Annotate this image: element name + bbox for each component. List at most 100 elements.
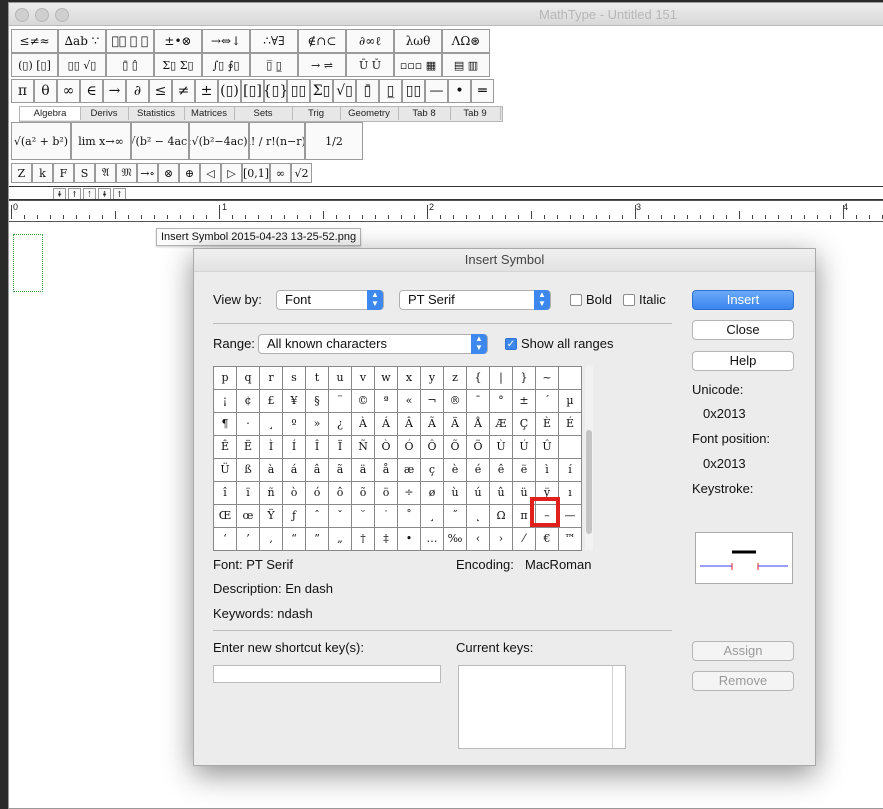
template-button[interactable]: √(b² − 4ac): [131, 122, 189, 160]
symbol-cell[interactable]: §: [306, 390, 329, 413]
symbol-cell[interactable]: ç: [421, 459, 444, 482]
symbol-button[interactable]: ∂: [126, 79, 149, 103]
italic-checkbox[interactable]: [623, 294, 635, 306]
symbol-button[interactable]: ≠: [172, 79, 195, 103]
tab-trig[interactable]: Trig: [292, 107, 341, 120]
palette-button[interactable]: ∉∩⊂: [298, 29, 346, 53]
remove-button[interactable]: Remove: [692, 671, 794, 691]
range-select[interactable]: All known characters ▲ ▼: [258, 334, 488, 354]
symbol-cell[interactable]: Ê: [214, 436, 237, 459]
symbol-cell[interactable]: Ω: [490, 505, 513, 528]
symbol-button[interactable]: (▯): [218, 79, 241, 103]
symbol-cell[interactable]: ˆ: [306, 505, 329, 528]
symbol-button[interactable]: Σ▯: [310, 79, 333, 103]
symbol-cell[interactable]: Ë: [237, 436, 260, 459]
symbol-cell[interactable]: ¸: [421, 505, 444, 528]
tab-algebra[interactable]: Algebra: [20, 107, 81, 120]
symbol-cell[interactable]: ï: [237, 482, 260, 505]
symbol-cell[interactable]: ¯: [467, 390, 490, 413]
symbol-cell[interactable]: à: [260, 459, 283, 482]
symbol-cell[interactable]: ‘: [214, 528, 237, 551]
symbol-cell[interactable]: ¸: [260, 413, 283, 436]
symbol-cell[interactable]: ˚: [398, 505, 421, 528]
symbol-cell[interactable]: ¥: [283, 390, 306, 413]
symbol-cell[interactable]: ¶: [214, 413, 237, 436]
symbol-cell[interactable]: ´: [536, 390, 559, 413]
shortcut-input[interactable]: [213, 665, 441, 683]
symbol-cell[interactable]: á: [283, 459, 306, 482]
template-button[interactable]: ▷: [221, 163, 242, 183]
tab-derivs[interactable]: Derivs: [80, 107, 129, 120]
symbol-cell[interactable]: Ú: [513, 436, 536, 459]
symbol-cell[interactable]: ƒ: [283, 505, 306, 528]
symbol-button[interactable]: π: [11, 79, 34, 103]
symbol-cell[interactable]: ø: [421, 482, 444, 505]
symbol-cell[interactable]: ò: [283, 482, 306, 505]
template-button[interactable]: k: [32, 163, 53, 183]
symbol-cell[interactable]: Ì: [260, 436, 283, 459]
symbol-cell[interactable]: å: [375, 459, 398, 482]
equation-input-box[interactable]: [13, 234, 43, 292]
symbol-button[interactable]: ∞: [57, 79, 80, 103]
palette-button[interactable]: ≤≠≈: [11, 29, 58, 53]
symbol-cell[interactable]: w: [375, 367, 398, 390]
font-select[interactable]: PT Serif ▲ ▼: [399, 290, 551, 310]
symbol-cell[interactable]: î: [214, 482, 237, 505]
symbol-cell[interactable]: ¡: [214, 390, 237, 413]
symbol-cell[interactable]: ˙: [375, 505, 398, 528]
symbol-cell[interactable]: £: [260, 390, 283, 413]
symbol-cell[interactable]: v: [352, 367, 375, 390]
symbol-cell[interactable]: õ: [352, 482, 375, 505]
template-button[interactable]: →∘: [137, 163, 158, 183]
symbol-cell[interactable]: ÷: [398, 482, 421, 505]
symbol-cell[interactable]: ±: [513, 390, 536, 413]
tab-tab-8[interactable]: Tab 8: [398, 107, 451, 120]
symbol-cell[interactable]: „: [329, 528, 352, 551]
palette-button[interactable]: ▫▫▫ ▦: [394, 53, 442, 77]
palette-button[interactable]: ⸌⃑ ⃗ ⃛: [106, 29, 154, 53]
symbol-cell[interactable]: ä: [352, 459, 375, 482]
symbol-button[interactable]: {▯}: [264, 79, 287, 103]
symbol-cell[interactable]: u: [329, 367, 352, 390]
symbol-cell[interactable]: Í: [283, 436, 306, 459]
symbol-cell[interactable]: ”: [306, 528, 329, 551]
template-button[interactable]: 𝔄: [95, 163, 116, 183]
symbol-cell[interactable]: [559, 367, 582, 390]
symbol-cell[interactable]: ‚: [260, 528, 283, 551]
view-by-select[interactable]: Font ▲ ▼: [276, 290, 384, 310]
symbol-cell[interactable]: Á: [375, 413, 398, 436]
symbol-button[interactable]: →: [103, 79, 126, 103]
symbol-cell[interactable]: Å: [467, 413, 490, 436]
symbol-cell[interactable]: Ò: [375, 436, 398, 459]
symbol-cell[interactable]: ‡: [375, 528, 398, 551]
close-window-icon[interactable]: [15, 8, 29, 22]
help-button[interactable]: Help: [692, 351, 794, 371]
symbol-cell[interactable]: Æ: [490, 413, 513, 436]
symbol-button[interactable]: ▯̲: [379, 79, 402, 103]
palette-button[interactable]: Σ▯ Σ▯: [154, 53, 202, 77]
template-button[interactable]: ⊕: [179, 163, 200, 183]
symbol-button[interactable]: •: [448, 79, 471, 103]
symbol-cell[interactable]: Ÿ: [260, 505, 283, 528]
symbol-cell[interactable]: t: [306, 367, 329, 390]
symbol-cell[interactable]: }: [513, 367, 536, 390]
symbol-cell[interactable]: »: [306, 413, 329, 436]
symbol-button[interactable]: —: [425, 79, 448, 103]
assign-button[interactable]: Assign: [692, 641, 794, 661]
symbol-cell[interactable]: Ü: [214, 459, 237, 482]
symbol-cell[interactable]: x: [398, 367, 421, 390]
palette-button[interactable]: λωθ: [394, 29, 442, 53]
symbol-cell[interactable]: í: [559, 459, 582, 482]
symbol-cell[interactable]: Ù: [490, 436, 513, 459]
symbol-cell[interactable]: ˘: [352, 505, 375, 528]
symbol-cell[interactable]: ‰: [444, 528, 467, 551]
symbol-button[interactable]: ∈: [80, 79, 103, 103]
symbol-button[interactable]: ±: [195, 79, 218, 103]
symbol-button[interactable]: ▯▯: [402, 79, 425, 103]
symbol-cell[interactable]: Ï: [329, 436, 352, 459]
symbol-cell[interactable]: ·: [237, 413, 260, 436]
symbol-cell[interactable]: °: [490, 390, 513, 413]
symbol-cell[interactable]: Ó: [398, 436, 421, 459]
symbol-cell[interactable]: {: [467, 367, 490, 390]
symbol-cell[interactable]: ı: [559, 482, 582, 505]
